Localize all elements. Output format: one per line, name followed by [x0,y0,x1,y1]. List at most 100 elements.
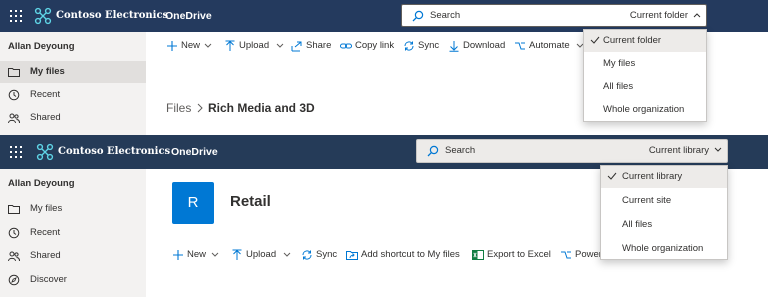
search-scope-selector[interactable]: Current library [649,145,709,156]
link-icon [340,43,352,49]
copy-link-label: Copy link [355,40,395,51]
search-icon [427,145,439,157]
suite-header: Contoso Electronics OneDrive Search Curr… [0,135,768,169]
sync-label: Sync [418,40,440,51]
nav-item-label: Shared [30,112,61,123]
download-icon [449,41,459,52]
nav-item-label: My files [30,66,65,77]
scope-option-whole-organization[interactable]: Whole organization [601,238,727,260]
chevron-right-icon [197,103,203,113]
checkmark-icon [590,36,600,44]
site-initial: R [187,194,199,211]
nav-item-shared[interactable]: Shared [0,107,146,129]
brand-name[interactable]: Contoso Electronics [56,10,168,21]
upload-label: Upload [239,40,270,51]
plus-icon [167,41,177,51]
search-input[interactable]: Search [430,10,460,21]
left-nav: Allan Deyoung My files Recent Shared [0,32,146,135]
chevron-down-icon [283,252,291,257]
scope-option-whole-organization[interactable]: Whole organization [584,99,706,121]
nav-item-label: Recent [30,227,61,238]
search-input[interactable]: Search [445,145,475,156]
upload-label: Upload [246,249,277,260]
app-name[interactable]: OneDrive [165,10,212,22]
folder-icon [8,68,20,77]
left-nav: Allan Deyoung My files Recent Shared [0,169,146,297]
download-label: Download [463,40,506,51]
app-launcher-icon[interactable] [10,10,22,22]
nav-item-recent[interactable]: Recent [0,84,146,106]
scope-option-label: Current site [622,195,672,206]
nav-item-shared[interactable]: Shared [0,245,146,267]
sync-icon [404,41,414,51]
folder-icon [8,205,20,214]
nav-item-label: Discover [30,274,67,285]
scope-option-label: My files [603,58,636,69]
breadcrumb-root[interactable]: Files [166,101,191,115]
chevron-down-icon [204,43,212,48]
new-label: New [181,40,201,51]
add-shortcut-label: Add shortcut to My files [361,249,460,260]
sync-label: Sync [316,249,338,260]
power-icon [561,251,571,259]
search-scope-dropdown: Current library Current site All files W… [600,165,728,260]
scope-option-current-library[interactable]: Current library [601,166,727,188]
scope-option-label: Current folder [603,35,662,46]
nav-item-label: Recent [30,89,61,100]
app-name[interactable]: OneDrive [171,146,218,158]
scope-option-my-files[interactable]: My files [584,53,706,75]
upload-icon [232,249,242,260]
onedrive-view-my-files: Contoso Electronics OneDrive Search Curr… [0,0,768,135]
share-label: Share [306,40,332,51]
scope-option-all-files[interactable]: All files [601,214,727,236]
app-launcher-icon[interactable] [10,146,22,158]
command-bar: New Upload Share Copy link Sync Download… [166,35,596,57]
scope-option-label: All files [622,219,653,230]
scope-option-label: Whole organization [622,243,704,254]
scope-option-label: All files [603,81,634,92]
new-label: New [187,249,207,260]
suite-header: Contoso Electronics OneDrive Search Curr… [0,0,768,32]
nav-item-recent[interactable]: Recent [0,222,146,244]
scope-option-current-site[interactable]: Current site [601,190,727,212]
plus-icon [173,250,183,260]
contoso-logo-icon [34,7,52,25]
automate-icon [515,42,525,50]
nav-item-label: Shared [30,250,61,261]
site-title[interactable]: Retail [230,193,271,210]
scope-option-label: Current library [622,171,683,182]
chevron-down-icon[interactable] [714,147,722,153]
user-name: Allan Deyoung [8,41,75,52]
shortcut-icon [346,251,358,260]
scope-option-label: Whole organization [603,104,685,115]
power-label: Power [575,249,602,260]
search-scope-dropdown: Current folder My files All files Whole … [583,29,707,122]
breadcrumb-current[interactable]: Rich Media and 3D [208,101,315,115]
shared-icon [8,251,20,262]
command-bar: New Upload Sync Add shortcut to My files… [172,244,602,266]
brand-name[interactable]: Contoso Electronics [58,146,170,157]
user-name: Allan Deyoung [8,178,75,189]
scope-option-all-files[interactable]: All files [584,76,706,98]
search-box[interactable]: Search Current folder [401,4,707,27]
contoso-logo-icon [36,143,54,161]
chevron-up-icon[interactable] [693,12,701,18]
upload-icon [225,40,235,51]
export-to-excel-label: Export to Excel [487,249,551,260]
nav-item-my-files[interactable]: My files [0,61,146,83]
nav-item-discover[interactable]: Discover [0,269,146,291]
site-logo-tile[interactable]: R [172,182,214,224]
search-scope-selector[interactable]: Current folder [630,10,688,21]
shared-icon [8,113,20,124]
chevron-down-icon [276,43,284,48]
nav-item-label: My files [30,203,63,214]
sync-icon [302,250,312,260]
excel-icon [472,250,484,260]
chevron-down-icon [211,252,219,257]
nav-item-my-files[interactable]: My files [0,198,146,220]
recent-icon [8,89,20,101]
checkmark-icon [607,172,617,180]
onedrive-view-retail-library: Contoso Electronics OneDrive Search Curr… [0,135,768,297]
scope-option-current-folder[interactable]: Current folder [584,30,706,52]
search-box[interactable]: Search Current library [416,139,728,163]
